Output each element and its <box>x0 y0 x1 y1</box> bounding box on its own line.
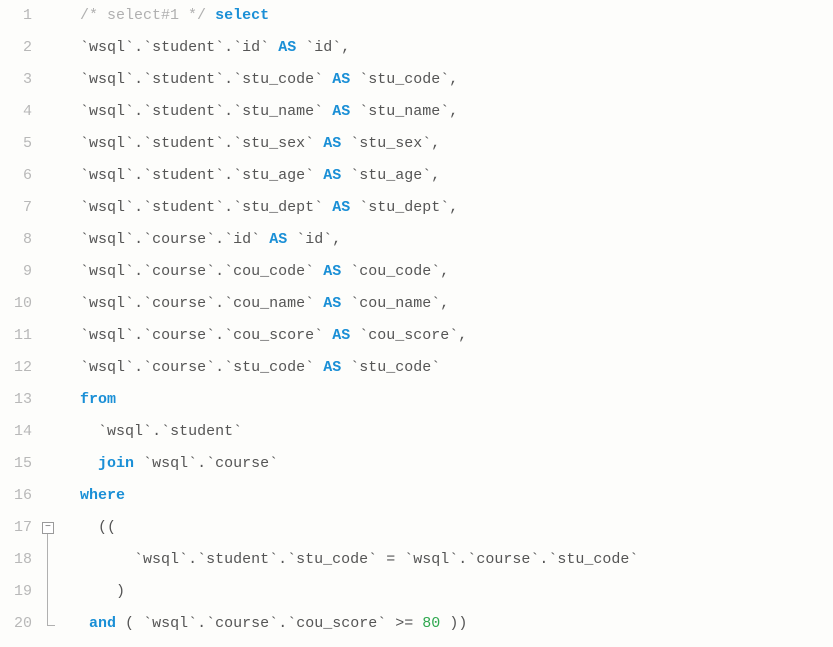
code-line[interactable]: and ( `wsql`.`course`.`cou_score` >= 80 … <box>62 608 833 640</box>
line-number: 11 <box>0 320 32 352</box>
line-number: 20 <box>0 608 32 640</box>
line-number: 9 <box>0 256 32 288</box>
line-number: 16 <box>0 480 32 512</box>
line-number: 17 <box>0 512 32 544</box>
fold-guide-end <box>47 625 55 626</box>
line-number: 3 <box>0 64 32 96</box>
line-number: 19 <box>0 576 32 608</box>
keyword-join: join <box>98 455 134 472</box>
code-editor[interactable]: 1 2 3 4 5 6 7 8 9 10 11 12 13 14 15 16 1… <box>0 0 833 640</box>
code-line[interactable]: /* select#1 */ select <box>62 0 833 32</box>
line-number: 18 <box>0 544 32 576</box>
line-number: 5 <box>0 128 32 160</box>
line-number: 2 <box>0 32 32 64</box>
line-number: 12 <box>0 352 32 384</box>
code-line[interactable]: where <box>62 480 833 512</box>
line-number-gutter: 1 2 3 4 5 6 7 8 9 10 11 12 13 14 15 16 1… <box>0 0 42 640</box>
code-line[interactable]: `wsql`.`student`.`stu_sex` AS `stu_sex`, <box>62 128 833 160</box>
line-number: 6 <box>0 160 32 192</box>
code-line[interactable]: `wsql`.`student`.`stu_code` = `wsql`.`co… <box>62 544 833 576</box>
code-line[interactable]: `wsql`.`course`.`cou_name` AS `cou_name`… <box>62 288 833 320</box>
literal-number: 80 <box>422 615 440 632</box>
line-number: 14 <box>0 416 32 448</box>
line-number: 15 <box>0 448 32 480</box>
code-line[interactable]: ) <box>62 576 833 608</box>
code-line[interactable]: from <box>62 384 833 416</box>
code-line[interactable]: `wsql`.`student`.`id` AS `id`, <box>62 32 833 64</box>
code-line[interactable]: `wsql`.`student`.`stu_age` AS `stu_age`, <box>62 160 833 192</box>
line-number: 7 <box>0 192 32 224</box>
code-line[interactable]: `wsql`.`course`.`id` AS `id`, <box>62 224 833 256</box>
code-line[interactable]: `wsql`.`student`.`stu_dept` AS `stu_dept… <box>62 192 833 224</box>
fold-toggle-icon[interactable]: − <box>42 522 54 534</box>
code-line[interactable]: `wsql`.`course`.`cou_code` AS `cou_code`… <box>62 256 833 288</box>
keyword-and: and <box>89 615 116 632</box>
keyword-from: from <box>80 391 116 408</box>
code-line[interactable]: join `wsql`.`course` <box>62 448 833 480</box>
keyword-select: select <box>215 7 269 24</box>
line-number: 1 <box>0 0 32 32</box>
code-line[interactable]: `wsql`.`course`.`cou_score` AS `cou_scor… <box>62 320 833 352</box>
code-line[interactable]: `wsql`.`student`.`stu_name` AS `stu_name… <box>62 96 833 128</box>
code-area[interactable]: /* select#1 */ select `wsql`.`student`.`… <box>60 0 833 640</box>
code-line[interactable]: `wsql`.`student`.`stu_code` AS `stu_code… <box>62 64 833 96</box>
line-number: 8 <box>0 224 32 256</box>
sql-comment: /* select#1 */ <box>80 7 206 24</box>
fold-guide-line <box>47 534 48 626</box>
line-number: 4 <box>0 96 32 128</box>
code-line[interactable]: `wsql`.`course`.`stu_code` AS `stu_code` <box>62 352 833 384</box>
fold-column: − <box>42 0 60 640</box>
code-line[interactable]: `wsql`.`student` <box>62 416 833 448</box>
code-line[interactable]: (( <box>62 512 833 544</box>
line-number: 13 <box>0 384 32 416</box>
keyword-where: where <box>80 487 125 504</box>
line-number: 10 <box>0 288 32 320</box>
